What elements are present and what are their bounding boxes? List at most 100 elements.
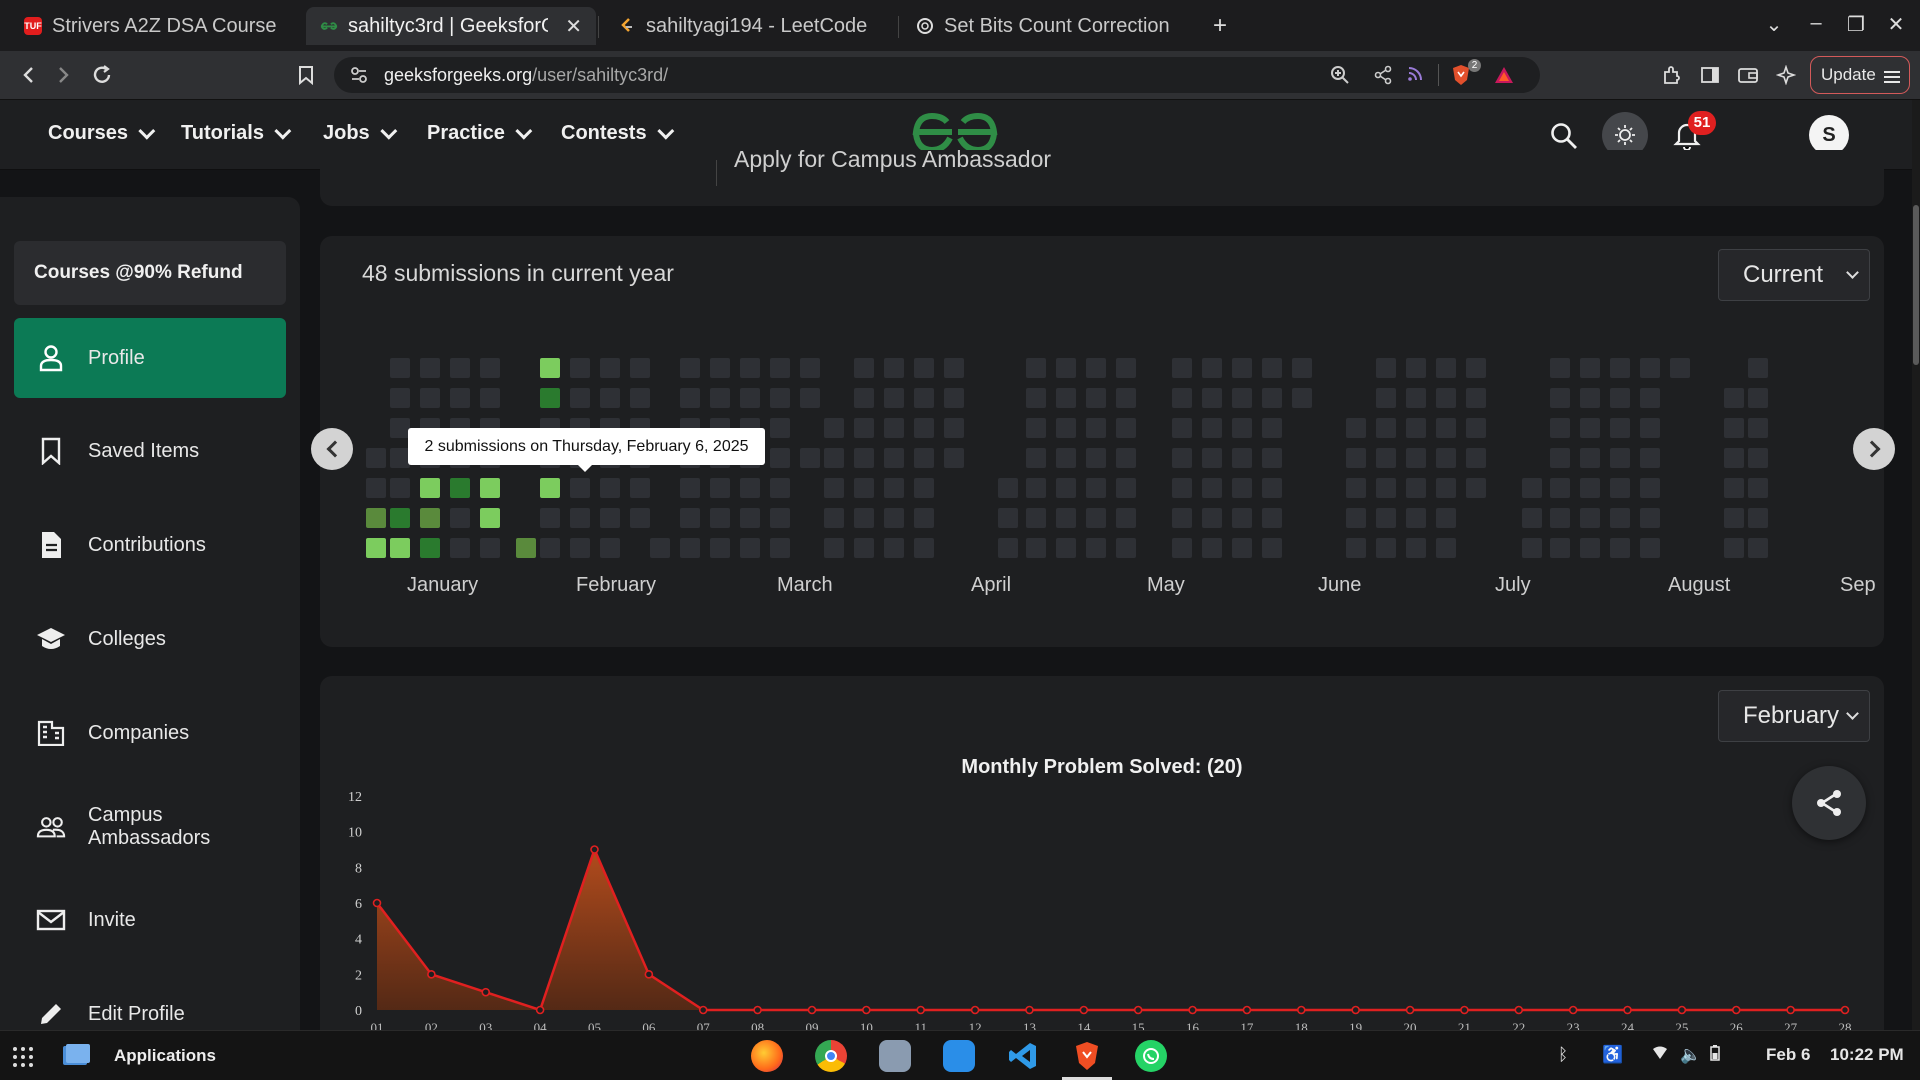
back-arrow-icon[interactable] bbox=[14, 61, 42, 89]
heatmap-cell[interactable] bbox=[1262, 448, 1282, 468]
heatmap-cell[interactable] bbox=[1748, 448, 1768, 468]
heatmap-cell[interactable] bbox=[1580, 388, 1600, 408]
heatmap-cell[interactable] bbox=[390, 478, 410, 498]
heatmap-cell[interactable] bbox=[1610, 478, 1630, 498]
heatmap-cell[interactable] bbox=[1610, 358, 1630, 378]
heatmap-cell[interactable] bbox=[1550, 358, 1570, 378]
heatmap-cell[interactable] bbox=[1748, 538, 1768, 558]
site-settings-icon[interactable] bbox=[350, 66, 368, 89]
heatmap-cell[interactable] bbox=[1292, 388, 1312, 408]
heatmap-cell[interactable] bbox=[1436, 508, 1456, 528]
heatmap-cell[interactable] bbox=[1116, 508, 1136, 528]
heatmap-cell[interactable] bbox=[480, 538, 500, 558]
heatmap-cell[interactable] bbox=[884, 538, 904, 558]
heatmap-cell[interactable] bbox=[710, 358, 730, 378]
heatmap-cell[interactable] bbox=[1376, 538, 1396, 558]
heatmap-cell[interactable] bbox=[1172, 508, 1192, 528]
heatmap-cell[interactable] bbox=[1580, 538, 1600, 558]
bluetooth-icon[interactable]: ᛒ bbox=[1558, 1045, 1568, 1065]
heatmap-cell[interactable] bbox=[800, 388, 820, 408]
brave-rewards-icon[interactable] bbox=[1494, 66, 1514, 89]
heatmap-cell[interactable] bbox=[1056, 478, 1076, 498]
heatmap-cell[interactable] bbox=[1748, 478, 1768, 498]
heatmap-cell[interactable] bbox=[1724, 508, 1744, 528]
heatmap-cell[interactable] bbox=[1262, 388, 1282, 408]
heatmap-cell[interactable] bbox=[884, 418, 904, 438]
heatmap-cell[interactable] bbox=[516, 538, 536, 558]
share-button[interactable] bbox=[1792, 766, 1866, 840]
sidebar-item-invite[interactable]: Invite bbox=[14, 880, 286, 960]
heatmap-cell[interactable] bbox=[884, 478, 904, 498]
heatmap-cell[interactable] bbox=[570, 478, 590, 498]
heatmap-cell[interactable] bbox=[1406, 358, 1426, 378]
heatmap-cell[interactable] bbox=[1436, 358, 1456, 378]
heatmap-cell[interactable] bbox=[630, 478, 650, 498]
heatmap-cell[interactable] bbox=[1610, 388, 1630, 408]
nav-tutorials[interactable]: Tutorials bbox=[181, 122, 292, 145]
heatmap-cell[interactable] bbox=[740, 508, 760, 528]
heatmap-cell[interactable] bbox=[1580, 508, 1600, 528]
vscode-icon[interactable] bbox=[1007, 1040, 1039, 1072]
heatmap-cell[interactable] bbox=[1550, 538, 1570, 558]
heatmap-cell[interactable] bbox=[770, 358, 790, 378]
accessibility-icon[interactable]: ♿ bbox=[1602, 1045, 1623, 1065]
heatmap-cell[interactable] bbox=[1172, 448, 1192, 468]
heatmap-cell[interactable] bbox=[1116, 478, 1136, 498]
heatmap-cell[interactable] bbox=[1086, 448, 1106, 468]
new-tab-button[interactable]: + bbox=[1206, 12, 1234, 40]
heatmap-cell[interactable] bbox=[1580, 418, 1600, 438]
heatmap-cell[interactable] bbox=[1640, 358, 1660, 378]
heatmap-cell[interactable] bbox=[1522, 478, 1542, 498]
reload-icon[interactable] bbox=[88, 61, 116, 89]
heatmap-cell[interactable] bbox=[824, 478, 844, 498]
heatmap-cell[interactable] bbox=[420, 358, 440, 378]
heatmap-cell[interactable] bbox=[1026, 538, 1046, 558]
heatmap-cell[interactable] bbox=[914, 478, 934, 498]
heatmap-cell[interactable] bbox=[914, 418, 934, 438]
heatmap-cell[interactable] bbox=[1748, 388, 1768, 408]
heatmap-cell[interactable] bbox=[1262, 418, 1282, 438]
heatmap-cell[interactable] bbox=[1346, 448, 1366, 468]
heatmap-cell[interactable] bbox=[1026, 508, 1046, 528]
heatmap-cell[interactable] bbox=[740, 358, 760, 378]
heatmap-cell[interactable] bbox=[1056, 448, 1076, 468]
heatmap-cell[interactable] bbox=[1640, 388, 1660, 408]
heatmap-cell[interactable] bbox=[1466, 358, 1486, 378]
chrome-icon[interactable] bbox=[815, 1040, 847, 1072]
sidebar-item-companies[interactable]: Companies bbox=[14, 693, 286, 773]
heatmap-cell[interactable] bbox=[1640, 478, 1660, 498]
heatmap-cell[interactable] bbox=[854, 418, 874, 438]
sidebar-item-saved-items[interactable]: Saved Items bbox=[14, 411, 286, 491]
heatmap-cell[interactable] bbox=[710, 388, 730, 408]
files-icon[interactable] bbox=[879, 1040, 911, 1072]
heatmap-cell[interactable] bbox=[1406, 478, 1426, 498]
store-icon[interactable] bbox=[943, 1040, 975, 1072]
heatmap-cell[interactable] bbox=[1406, 388, 1426, 408]
heatmap-cell[interactable] bbox=[366, 508, 386, 528]
heatmap-cell[interactable] bbox=[944, 448, 964, 468]
user-avatar[interactable]: S bbox=[1809, 115, 1849, 155]
heatmap-cell[interactable] bbox=[1086, 358, 1106, 378]
heatmap-cell[interactable] bbox=[1232, 418, 1252, 438]
sidebar-item-contributions[interactable]: Contributions bbox=[14, 505, 286, 585]
heatmap-cell[interactable] bbox=[854, 538, 874, 558]
heatmap-cell[interactable] bbox=[1086, 508, 1106, 528]
applications-menu[interactable]: Applications bbox=[114, 1046, 216, 1066]
heatmap-cell[interactable] bbox=[1202, 388, 1222, 408]
heatmap-cell[interactable] bbox=[1172, 538, 1192, 558]
heatmap-cell[interactable] bbox=[540, 388, 560, 408]
heatmap-cell[interactable] bbox=[680, 388, 700, 408]
heatmap-cell[interactable] bbox=[540, 478, 560, 498]
heatmap-cell[interactable] bbox=[944, 388, 964, 408]
heatmap-cell[interactable] bbox=[1116, 418, 1136, 438]
update-button[interactable]: Update bbox=[1810, 56, 1910, 94]
nav-jobs[interactable]: Jobs bbox=[323, 122, 398, 145]
heatmap-cell[interactable] bbox=[1172, 478, 1192, 498]
heatmap-cell[interactable] bbox=[1610, 508, 1630, 528]
zoom-icon[interactable] bbox=[1330, 65, 1350, 90]
share-page-icon[interactable] bbox=[1374, 65, 1392, 90]
heatmap-cell[interactable] bbox=[420, 538, 440, 558]
heatmap-cell[interactable] bbox=[1376, 358, 1396, 378]
heatmap-cell[interactable] bbox=[1640, 538, 1660, 558]
heatmap-cell[interactable] bbox=[1056, 388, 1076, 408]
